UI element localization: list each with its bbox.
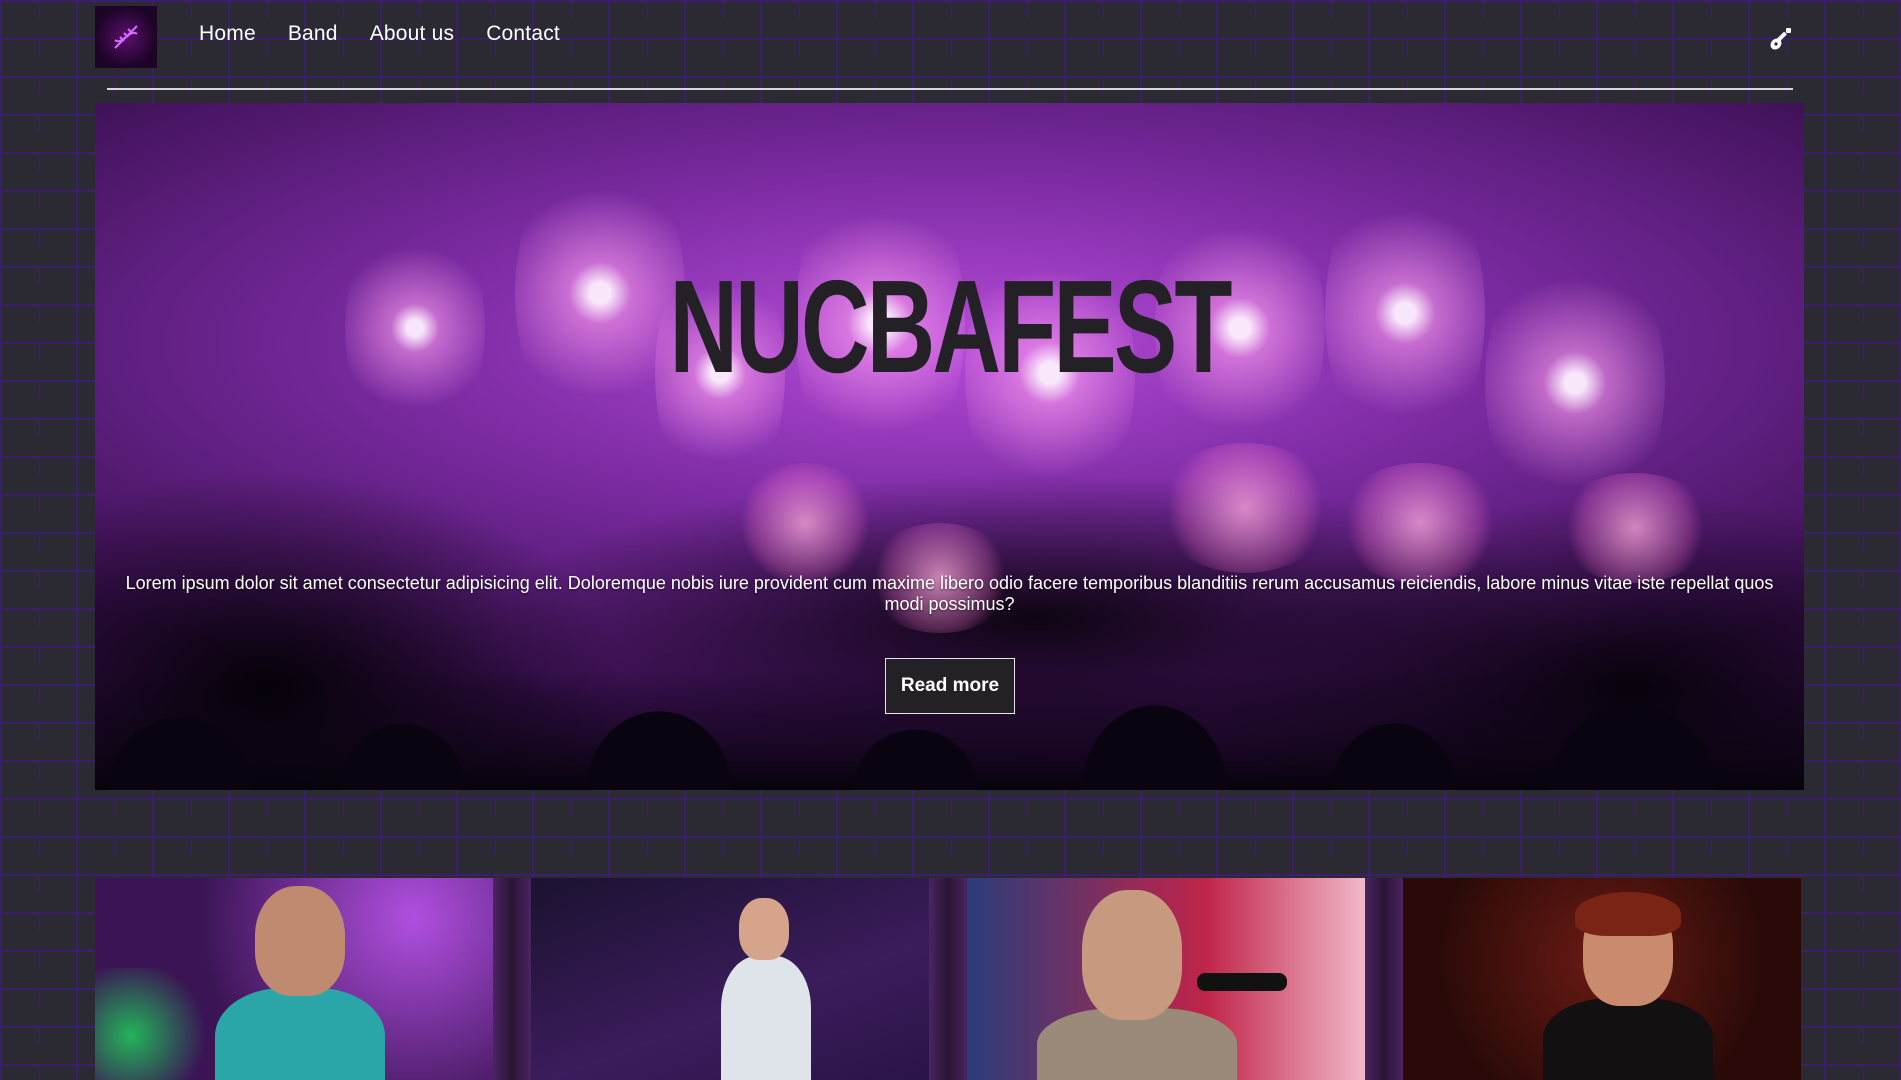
card-separator	[1365, 878, 1403, 1080]
band-members	[95, 878, 1804, 1080]
nav-links: Home Band About us Contact	[199, 22, 560, 46]
card-separator	[493, 878, 531, 1080]
nav-divider	[107, 88, 1793, 90]
member-shirt	[1543, 998, 1713, 1080]
nav-link-contact[interactable]: Contact	[486, 22, 560, 46]
stage-smoke	[735, 463, 875, 583]
nav-link-band[interactable]: Band	[288, 22, 338, 46]
member-face	[255, 886, 345, 996]
stage-smoke	[1555, 473, 1715, 583]
member-face	[739, 898, 789, 960]
nav-link-home[interactable]: Home	[199, 22, 256, 46]
card-separator	[929, 878, 967, 1080]
read-more-button[interactable]: Read more	[885, 658, 1015, 714]
hero-banner: NUCBAFEST Lorem ipsum dolor sit amet con…	[95, 103, 1804, 790]
band-member-card-4[interactable]	[1403, 878, 1801, 1080]
member-shirt	[721, 956, 811, 1080]
dna-helix-icon	[114, 25, 138, 49]
stage-smoke	[1155, 443, 1335, 573]
microphone	[1197, 973, 1287, 991]
member-shirt	[215, 988, 385, 1080]
navbar: Home Band About us Contact	[95, 0, 1804, 90]
guitar-icon-button[interactable]	[1768, 26, 1794, 52]
hero-description: Lorem ipsum dolor sit amet consectetur a…	[125, 573, 1774, 614]
member-hair	[1575, 892, 1681, 936]
logo-dna-helix-icon[interactable]	[95, 6, 157, 68]
stage-smoke	[1335, 463, 1505, 583]
guitar-icon	[1770, 28, 1791, 50]
band-member-card-2[interactable]	[531, 878, 929, 1080]
band-member-card-3[interactable]	[967, 878, 1365, 1080]
stage-light	[95, 968, 215, 1080]
member-face	[1082, 890, 1182, 1020]
nav-link-about-us[interactable]: About us	[370, 22, 455, 46]
page: Home Band About us Contact NUCBAFEST Lor…	[95, 0, 1804, 1080]
band-member-card-1[interactable]	[95, 878, 493, 1080]
hero-title: NUCBAFEST	[669, 253, 1232, 401]
